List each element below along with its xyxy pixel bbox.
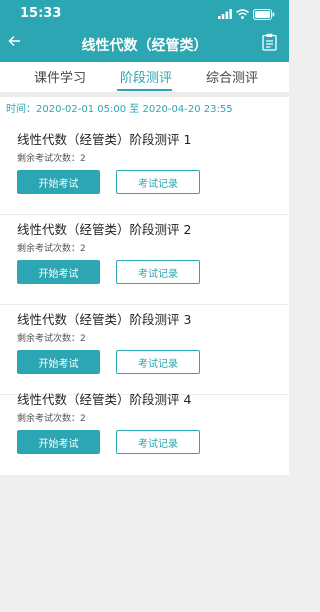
test-period: 时间：2020-02-01 05:00 至 2020-04-20 23:55 [6, 104, 233, 115]
start-exam-button[interactable]: 开始考试 [17, 350, 100, 374]
status-bar: 15:33 [0, 0, 289, 26]
app-header: 15:33 线性代数（经管类） [0, 0, 289, 62]
tab-comprehensive-test[interactable]: 综合测评 [206, 67, 258, 86]
tab-stage-test[interactable]: 阶段测评 [120, 67, 172, 86]
exam-record-button[interactable]: 考试记录 [116, 350, 200, 374]
active-tab-indicator [117, 89, 172, 91]
remaining-attempts: 剩余考试次数：2 [17, 334, 86, 344]
tab-bar: 课件学习 阶段测评 综合测评 [0, 62, 289, 92]
nav-bar: 线性代数（经管类） [0, 26, 289, 62]
test-card: 线性代数（经管类）阶段测评 1 剩余考试次数：2 开始考试 考试记录 [0, 124, 289, 215]
remaining-attempts: 剩余考试次数：2 [17, 244, 86, 254]
tab-courseware[interactable]: 课件学习 [34, 67, 86, 86]
remaining-attempts: 剩余考试次数：2 [17, 414, 86, 424]
clipboard-icon[interactable] [262, 33, 277, 55]
status-time: 15:33 [20, 6, 62, 21]
test-list: 时间：2020-02-01 05:00 至 2020-04-20 23:55 线… [0, 97, 289, 475]
page-title: 线性代数（经管类） [81, 38, 208, 54]
exam-record-button[interactable]: 考试记录 [116, 170, 200, 194]
exam-record-button[interactable]: 考试记录 [116, 260, 200, 284]
test-title: 线性代数（经管类）阶段测评 2 [17, 222, 192, 237]
exam-record-button[interactable]: 考试记录 [116, 430, 200, 454]
start-exam-button[interactable]: 开始考试 [17, 260, 100, 284]
test-card: 线性代数（经管类）阶段测评 2 剩余考试次数：2 开始考试 考试记录 [0, 214, 289, 305]
battery-icon [253, 8, 275, 20]
test-card: 线性代数（经管类）阶段测评 3 剩余考试次数：2 开始考试 考试记录 [0, 304, 289, 395]
test-title: 线性代数（经管类）阶段测评 3 [17, 312, 192, 327]
status-icons [218, 8, 275, 20]
start-exam-button[interactable]: 开始考试 [17, 430, 100, 454]
wifi-icon [236, 9, 249, 19]
test-card: 线性代数（经管类）阶段测评 4 剩余考试次数：2 开始考试 考试记录 [0, 384, 289, 474]
start-exam-button[interactable]: 开始考试 [17, 170, 100, 194]
signal-icon [218, 9, 232, 19]
remaining-attempts: 剩余考试次数：2 [17, 154, 86, 164]
test-title: 线性代数（经管类）阶段测评 1 [17, 132, 192, 147]
test-title: 线性代数（经管类）阶段测评 4 [17, 392, 192, 407]
